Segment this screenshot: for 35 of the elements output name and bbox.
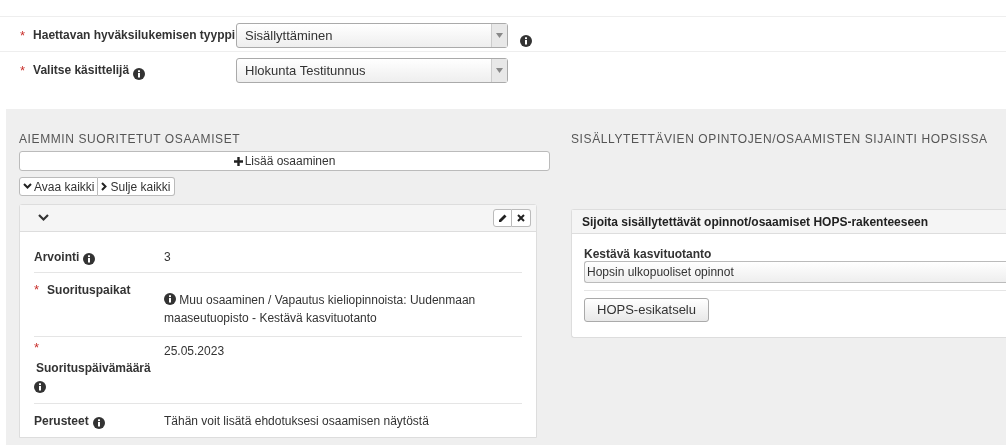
chevron-right-icon xyxy=(101,182,109,191)
edit-button[interactable] xyxy=(493,209,512,227)
collapse-all-button[interactable]: Sulje kaikki xyxy=(98,177,175,196)
dropdown-caret-icon xyxy=(496,68,503,73)
field-label: Valitse käsittelijä xyxy=(33,62,130,79)
field-label: Suorituspaikat xyxy=(47,282,131,299)
dropdown-caret-icon xyxy=(496,33,503,38)
section-heading: SISÄLLYTETTÄVIEN OPINTOJEN/OSAAMISTEN SIJAINTI HOPSISSA xyxy=(571,131,989,148)
field-label: Perusteet xyxy=(34,413,89,430)
required-mark: * xyxy=(20,62,26,80)
select-field[interactable]: Hlokunta Testitunnus xyxy=(236,58,508,83)
required-mark: * xyxy=(34,339,40,357)
section-heading: AIEMMIN SUORITETUT OSAAMISET xyxy=(19,131,242,148)
field-value: 3 xyxy=(164,250,171,264)
card-title: Sijoita sisällytettävät opinnot/osaamiset HOPS-rakenteeseen xyxy=(582,213,929,231)
pencil-icon xyxy=(498,213,507,223)
hops-preview-button[interactable]: HOPS-esikatselu xyxy=(584,297,709,322)
chevron-down-icon[interactable] xyxy=(38,214,49,222)
required-mark: * xyxy=(20,27,26,45)
add-competence-button[interactable]: Lisää osaaminen xyxy=(19,151,550,171)
field-label: Arvointi xyxy=(34,249,80,266)
group-label: Kestävä kasvituotanto xyxy=(584,246,713,261)
select-field[interactable]: Hopsin ulkopuoliset opinnot xyxy=(584,261,1006,283)
plus-icon xyxy=(233,156,243,166)
field-label: Suorituspäivämäärä xyxy=(36,360,151,377)
field-value: Tähän voit lisätä ehdotuksesi osaamisen näytöstä xyxy=(164,414,429,428)
field-value: Muu osaaminen / Vapautus kieliopinnoista: Uudenmaan maaseutuopisto - Kestävä kasvituotanto xyxy=(164,293,476,325)
required-mark: * xyxy=(34,281,40,299)
expand-all-button[interactable]: Avaa kaikki xyxy=(19,177,99,196)
delete-button[interactable] xyxy=(512,209,531,227)
select-field[interactable]: Sisällyttäminen xyxy=(236,23,508,48)
chevron-down-icon xyxy=(23,183,32,190)
field-label: Haettavan hyväksilukemisen tyyppi xyxy=(33,27,236,44)
close-icon xyxy=(517,214,525,222)
field-value: 25.05.2023 xyxy=(164,344,225,358)
